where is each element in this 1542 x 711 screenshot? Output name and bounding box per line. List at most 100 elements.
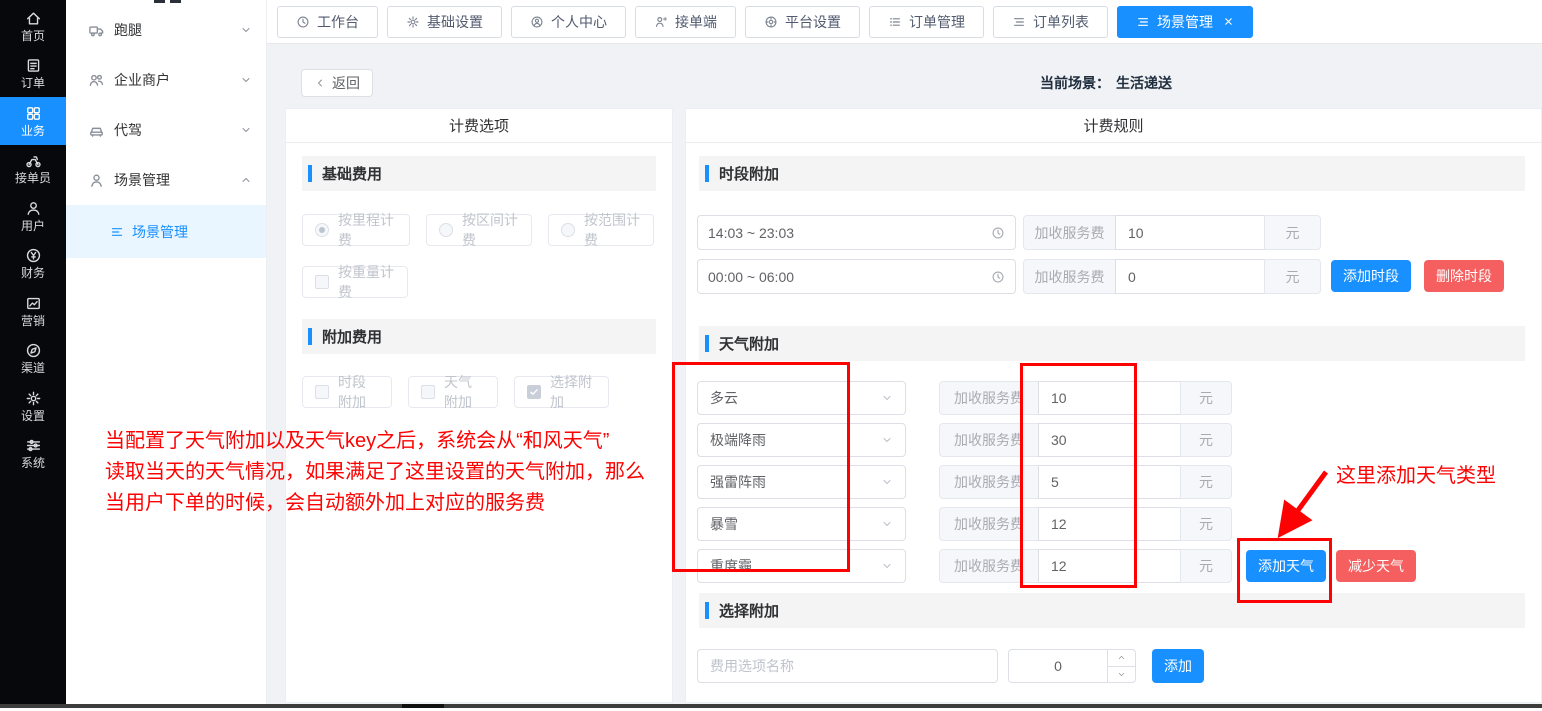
order-list-icon xyxy=(888,15,902,29)
checkbox-icon xyxy=(315,275,329,289)
weather-select[interactable]: 强雷阵雨 xyxy=(697,465,906,499)
fee-label: 加收服务费 xyxy=(1023,215,1116,250)
fee-option-name-input[interactable] xyxy=(697,649,998,683)
weather-select-value: 多云 xyxy=(710,388,738,408)
rail-item-channel[interactable]: 渠道 xyxy=(0,335,66,383)
amount-stepper xyxy=(1008,649,1136,683)
remove-weather-button[interactable]: 减少天气 xyxy=(1336,550,1416,582)
chevron-down-icon xyxy=(881,434,893,446)
tab-order-management[interactable]: 订单管理 xyxy=(869,6,984,38)
add-time-button[interactable]: 添加时段 xyxy=(1331,260,1411,292)
unit-label: 元 xyxy=(1180,507,1232,541)
amount-input[interactable] xyxy=(1009,650,1107,682)
add-choice-button[interactable]: 添加 xyxy=(1152,649,1204,683)
fee-input[interactable] xyxy=(1038,381,1181,415)
tab-receiver[interactable]: 接单端 xyxy=(635,6,736,38)
horizontal-scrollbar-thumb[interactable] xyxy=(402,704,444,708)
option-by-weight[interactable]: 按重量计费 xyxy=(302,266,408,298)
tab-personal-center[interactable]: 个人中心 xyxy=(511,6,626,38)
tab-platform-settings[interactable]: 平台设置 xyxy=(745,6,860,38)
weather-select[interactable]: 重度霾 xyxy=(697,549,906,583)
rail-item-riders[interactable]: 接单员 xyxy=(0,145,66,193)
rail-item-marketing[interactable]: 营销 xyxy=(0,287,66,335)
unit-label: 元 xyxy=(1180,549,1232,583)
step-down-button[interactable] xyxy=(1108,667,1135,683)
rail-item-business[interactable]: 业务 xyxy=(0,97,66,145)
fee-input[interactable] xyxy=(1038,423,1181,457)
tab-order-list[interactable]: 订单列表 xyxy=(993,6,1108,38)
tab-label: 场景管理 xyxy=(1157,12,1213,32)
sidebar-item-label: 企业商户 xyxy=(114,70,170,90)
tab-workbench[interactable]: 工作台 xyxy=(277,6,378,38)
back-button[interactable]: 返回 xyxy=(301,69,373,97)
fee-input[interactable] xyxy=(1038,465,1181,499)
time-range-picker[interactable] xyxy=(697,259,1016,294)
section-title: 基础费用 xyxy=(322,163,382,184)
time-range-input[interactable] xyxy=(708,225,983,241)
weather-select[interactable]: 极端降雨 xyxy=(697,423,906,457)
sidebar-item-errand[interactable]: 跑腿 xyxy=(66,5,266,55)
time-range-picker[interactable] xyxy=(697,215,1016,250)
option-label: 天气附加 xyxy=(444,372,485,412)
billing-options-title: 计费选项 xyxy=(286,109,672,143)
weather-select[interactable]: 暴雪 xyxy=(697,507,906,541)
rail-item-system[interactable]: 系统 xyxy=(0,430,66,478)
rail-item-home[interactable]: 首页 xyxy=(0,2,66,50)
billing-rules-panel: 计费规则 时段附加 加收服务费元 加收服务费元 添加时段 删除时段 天气附加 多… xyxy=(685,108,1542,703)
receiver-icon xyxy=(654,15,668,29)
remove-time-button[interactable]: 删除时段 xyxy=(1424,260,1504,292)
system-icon xyxy=(25,437,42,454)
fee-label: 加收服务费 xyxy=(939,423,1039,457)
step-up-button[interactable] xyxy=(1108,650,1135,667)
rail-item-settings[interactable]: 设置 xyxy=(0,382,66,430)
gear-icon xyxy=(406,15,420,29)
weather-row: 多云 加收服务费元 xyxy=(686,381,1541,415)
weather-select[interactable]: 多云 xyxy=(697,381,906,415)
close-icon[interactable] xyxy=(1223,16,1234,27)
rail-item-label: 财务 xyxy=(21,267,45,279)
option-weather-extra[interactable]: 天气附加 xyxy=(408,376,498,408)
errand-icon xyxy=(88,22,105,39)
weather-select-value: 强雷阵雨 xyxy=(710,472,766,492)
option-by-range[interactable]: 按区间计费 xyxy=(426,214,532,246)
radio-icon xyxy=(439,223,453,237)
fee-input[interactable] xyxy=(1115,215,1265,250)
sidebar-subitem-scene-management[interactable]: 场景管理 xyxy=(66,205,266,258)
radio-icon xyxy=(561,223,575,237)
rail-item-users[interactable]: 用户 xyxy=(0,192,66,240)
option-by-mileage[interactable]: 按里程计费 xyxy=(302,214,410,246)
chevron-down-icon xyxy=(881,560,893,572)
chevron-up-icon xyxy=(240,174,252,186)
add-weather-button[interactable]: 添加天气 xyxy=(1246,550,1326,582)
option-label: 选择附加 xyxy=(550,372,596,412)
option-time-extra[interactable]: 时段附加 xyxy=(302,376,392,408)
tab-basic-settings[interactable]: 基础设置 xyxy=(387,6,502,38)
time-range-input[interactable] xyxy=(708,269,983,285)
rail-item-finance[interactable]: 财务 xyxy=(0,240,66,288)
fee-input[interactable] xyxy=(1115,259,1265,294)
tab-label: 工作台 xyxy=(317,12,359,32)
chevron-down-icon xyxy=(881,518,893,530)
back-button-label: 返回 xyxy=(332,73,360,93)
tab-scene-management[interactable]: 场景管理 xyxy=(1117,6,1253,38)
rail-item-label: 用户 xyxy=(21,220,45,232)
weather-row: 暴雪 加收服务费元 xyxy=(686,507,1541,541)
weather-select-value: 重度霾 xyxy=(710,556,752,576)
sidebar-item-driving[interactable]: 代驾 xyxy=(66,105,266,155)
section-title: 天气附加 xyxy=(719,333,779,354)
option-choice-extra[interactable]: 选择附加 xyxy=(514,376,609,408)
clock-icon xyxy=(991,270,1005,284)
unit-label: 元 xyxy=(1264,259,1321,294)
chevron-down-icon xyxy=(240,24,252,36)
section-weather-extra: 天气附加 xyxy=(699,326,1525,361)
fee-input[interactable] xyxy=(1038,507,1181,541)
sidebar-item-merchant[interactable]: 企业商户 xyxy=(66,55,266,105)
time-row: 加收服务费元 xyxy=(686,215,1541,250)
fee-input[interactable] xyxy=(1038,549,1181,583)
sidebar-item-scene-management[interactable]: 场景管理 xyxy=(66,155,266,205)
tab-label: 基础设置 xyxy=(427,12,483,32)
rail-item-orders[interactable]: 订单 xyxy=(0,50,66,98)
finance-icon xyxy=(25,247,42,264)
option-by-scope[interactable]: 按范围计费 xyxy=(548,214,654,246)
fee-group: 加收服务费元 xyxy=(939,465,1232,499)
